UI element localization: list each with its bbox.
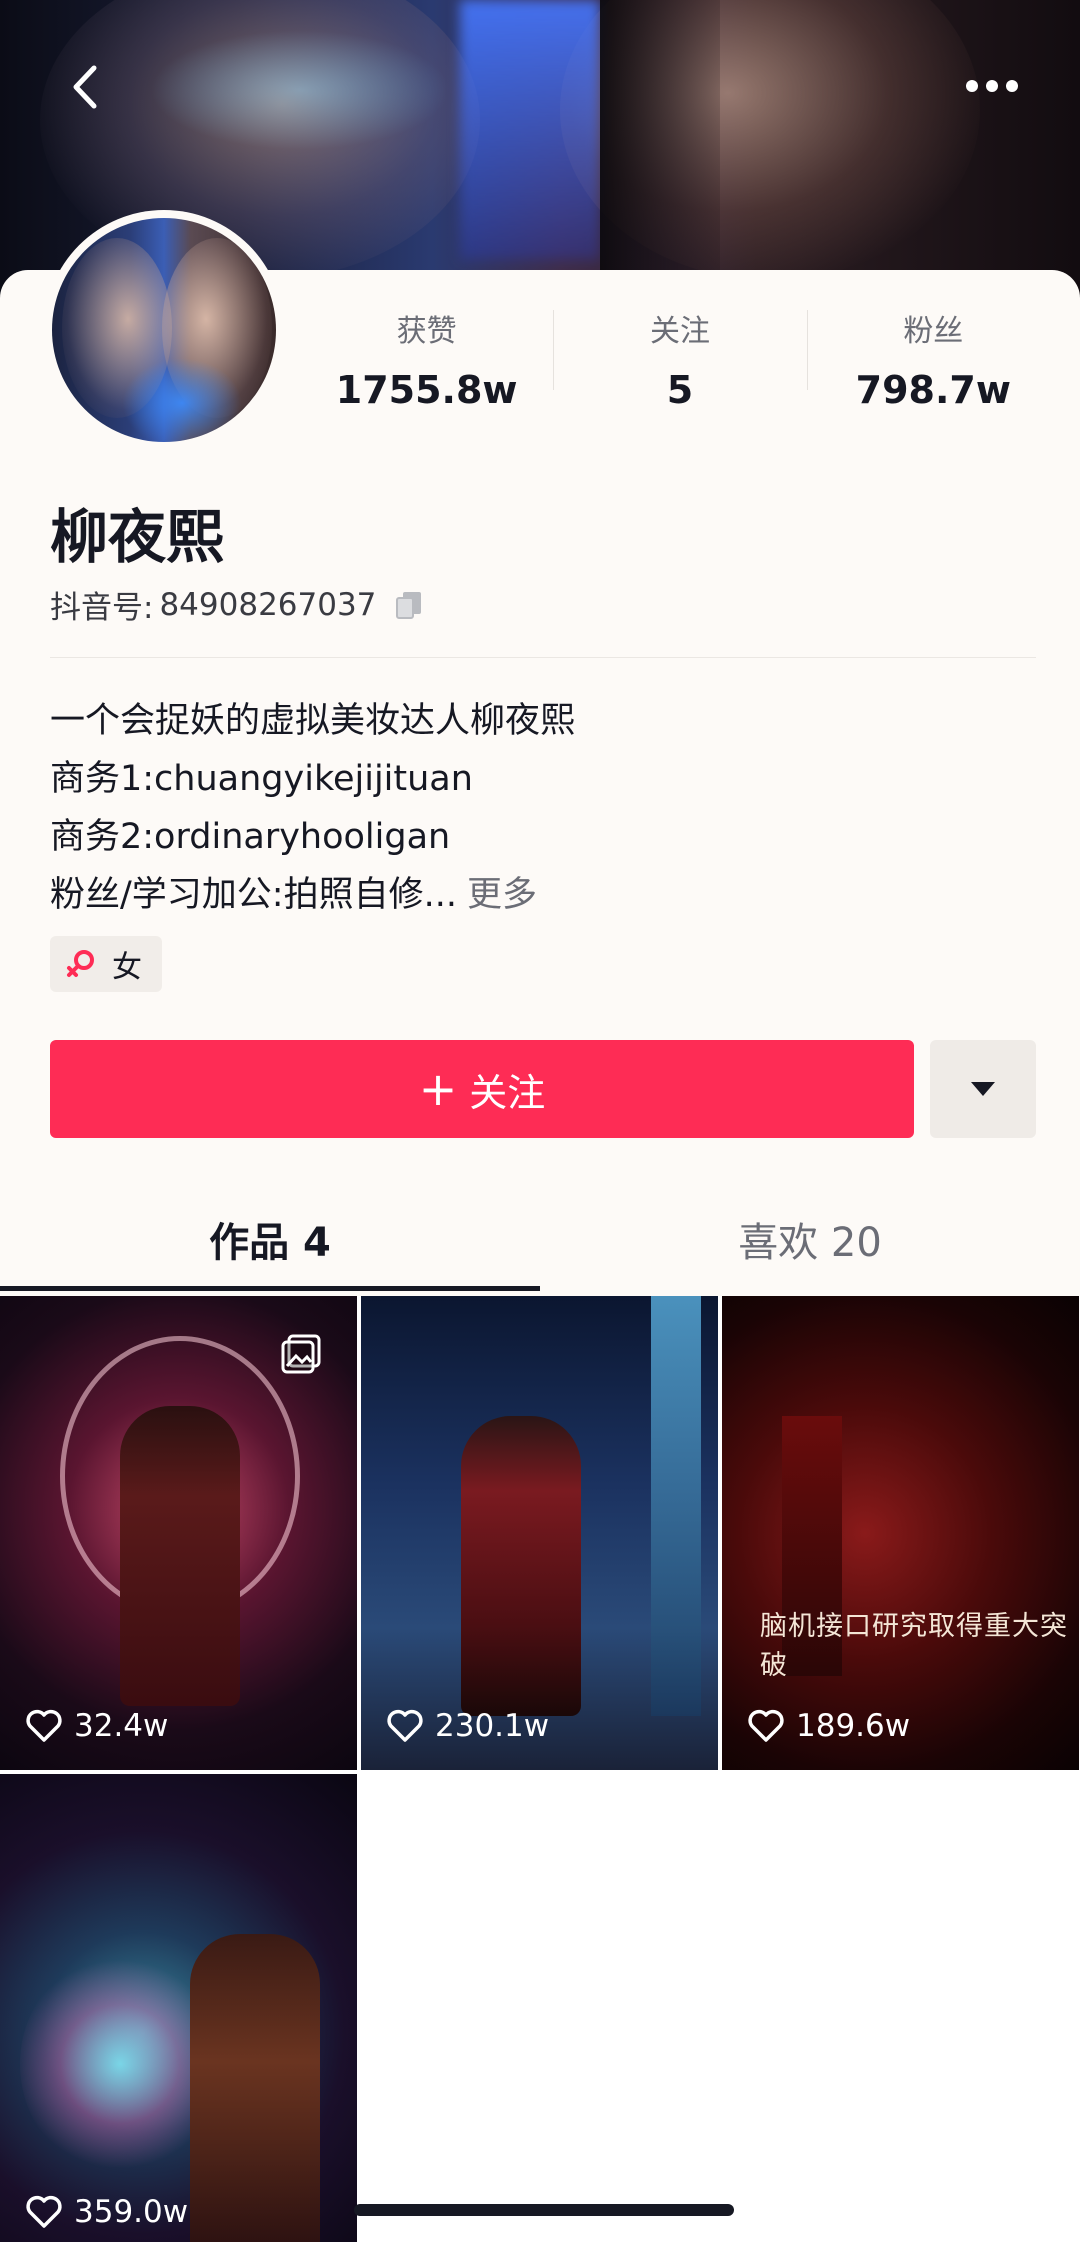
like-count-value: 189.6w	[796, 1708, 911, 1744]
stat-following[interactable]: 关注 5	[553, 300, 806, 420]
like-count: 359.0w	[24, 2192, 188, 2232]
bio-line-last: 粉丝/学习加公:拍照自修... 更多	[50, 866, 575, 924]
caret-down-icon	[971, 1082, 995, 1096]
stat-label: 粉丝	[903, 314, 964, 349]
video-thumbnail[interactable]: 脑机接口研究取得重大突破 189.6w	[722, 1296, 1079, 1770]
heart-icon	[26, 2195, 62, 2228]
avatar-blue-glow	[122, 358, 242, 442]
chevron-left-icon	[73, 65, 97, 109]
heart-icon	[26, 1709, 62, 1742]
like-count: 32.4w	[24, 1706, 168, 1746]
video-thumbnail[interactable]: 359.0w	[0, 1774, 357, 2242]
user-id-label: 抖音号:	[50, 590, 154, 626]
video-thumbnail[interactable]: 230.1w	[361, 1296, 718, 1770]
bio-line: 一个会捉妖的虚拟美妆达人柳夜熙	[50, 701, 576, 741]
tab-works[interactable]: 作品 4	[0, 1188, 540, 1292]
like-count: 230.1w	[385, 1706, 549, 1746]
like-count-value: 230.1w	[435, 1708, 550, 1744]
user-id-value: 84908267037	[159, 586, 377, 623]
section-divider	[50, 657, 1036, 658]
like-count-value: 32.4w	[74, 1708, 169, 1744]
cover-hair-dark	[600, 0, 720, 300]
back-button[interactable]	[62, 62, 112, 112]
stat-value: 798.7w	[855, 368, 1011, 412]
cover-hair-blue	[460, 0, 600, 260]
profile-bio[interactable]: 一个会捉妖的虚拟美妆达人柳夜熙 商务1:chuangyikejijituan 商…	[50, 692, 575, 924]
bio-line: 粉丝/学习加公:拍照自修...	[50, 875, 457, 915]
avatar	[52, 218, 276, 442]
user-id-row: 抖音号: 84908267037	[50, 582, 426, 627]
more-options-button[interactable]	[960, 66, 1024, 106]
like-count: 189.6w	[746, 1706, 910, 1746]
bio-more-link[interactable]: 更多	[467, 875, 537, 915]
copy-icon[interactable]	[392, 588, 426, 622]
video-thumbnail[interactable]: 32.4w	[0, 1296, 357, 1770]
plus-icon: +	[418, 1062, 458, 1116]
avatar-frame[interactable]	[44, 210, 284, 450]
more-dots-icon	[966, 80, 1018, 92]
heart-icon	[748, 1709, 784, 1742]
video-caption: 脑机接口研究取得重大突破	[760, 1611, 1068, 1681]
gender-tag: 女	[50, 936, 162, 992]
bio-line: 商务2:ordinaryhooligan	[50, 817, 451, 857]
gender-label: 女	[112, 950, 142, 985]
content-tabs: 作品 4 喜欢 20	[0, 1188, 1080, 1292]
bio-line: 商务1:chuangyikejijituan	[50, 759, 473, 799]
heart-icon	[387, 1709, 423, 1742]
female-icon	[67, 950, 94, 977]
tab-likes[interactable]: 喜欢 20	[540, 1188, 1080, 1292]
profile-name: 柳夜熙	[50, 503, 225, 571]
stat-label: 获赞	[396, 314, 457, 349]
thumb-skyscraper	[651, 1296, 701, 1716]
thumb-figure	[120, 1406, 240, 1706]
tab-active-indicator	[0, 1286, 540, 1291]
stat-value: 5	[666, 368, 694, 412]
follow-label: 关注	[469, 1070, 546, 1115]
stat-label: 关注	[649, 314, 710, 349]
stat-likes[interactable]: 获赞 1755.8w	[300, 300, 553, 420]
profile-stats: 获赞 1755.8w 关注 5 粉丝 798.7w	[300, 300, 1060, 420]
like-count-value: 359.0w	[74, 2194, 189, 2230]
stat-value: 1755.8w	[335, 368, 518, 412]
home-indicator[interactable]	[354, 2204, 734, 2216]
video-grid: 32.4w 230.1w 脑机接口研究取得重大突破 189.6w 359.0w	[0, 1296, 1080, 2242]
recommend-dropdown-button[interactable]	[930, 1040, 1036, 1138]
thumb-figure	[190, 1934, 320, 2242]
stat-followers[interactable]: 粉丝 798.7w	[806, 300, 1060, 420]
follow-button[interactable]: + 关注	[50, 1040, 914, 1138]
thumb-figure	[461, 1416, 581, 1716]
image-post-icon	[281, 1334, 321, 1374]
